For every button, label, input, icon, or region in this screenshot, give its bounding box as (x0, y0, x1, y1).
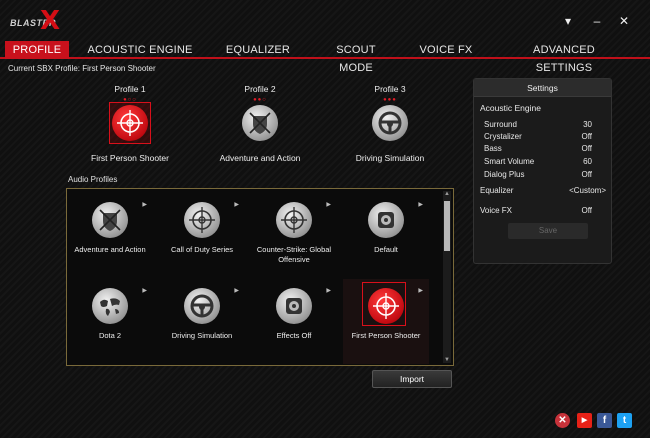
main-tabs: PROFILE ACOUSTIC ENGINE EQUALIZER SCOUT … (0, 39, 650, 74)
close-circle-icon[interactable]: ✕ (555, 413, 570, 428)
audio-profile-name: Dota 2 (98, 331, 122, 340)
app-window: BLASTER X ▾ – ✕ PROFILE ACOUSTIC ENGINE … (0, 0, 650, 438)
import-button[interactable]: Import (372, 370, 452, 388)
profile-slot-1[interactable]: Profile 1 ●○○ First Person Shooter (65, 84, 195, 163)
profile-slot-name: First Person Shooter (91, 153, 169, 163)
audio-profile-name: Call of Duty Series (170, 245, 234, 254)
tab-profile[interactable]: PROFILE (5, 41, 69, 59)
setting-value-crystalizer: Off (581, 132, 592, 141)
profile-slot-2[interactable]: Profile 2 ●●○ Adventure and Action (195, 84, 325, 163)
equalizer-value: <Custom> (569, 186, 606, 195)
logo-x-mark: X (40, 6, 61, 36)
voice-fx-label: Voice FX (480, 206, 513, 215)
setting-value-surround: 30 (583, 120, 592, 129)
audio-profile-first-person-shooter[interactable]: ▶ First Person Shooter (343, 279, 429, 364)
expand-arrow-icon[interactable]: ▶ (326, 287, 331, 294)
expand-arrow-icon[interactable]: ▶ (418, 201, 423, 208)
audio-profile-name: Driving Simulation (171, 331, 233, 340)
setting-value-smart-volume: 60 (583, 157, 592, 166)
audio-profiles-scrollbar[interactable]: ▲ ▼ (443, 191, 451, 363)
expand-arrow-icon[interactable]: ▶ (326, 201, 331, 208)
facebook-icon[interactable]: f (597, 413, 612, 428)
setting-label-dialog-plus: Dialog Plus (484, 170, 525, 179)
twitter-icon[interactable]: t (617, 413, 632, 428)
crosshair-icon (109, 102, 151, 144)
social-links: ✕ ▶ f t (545, 410, 641, 434)
minimize-button[interactable]: – (587, 12, 607, 30)
tab-scout-mode[interactable]: SCOUT MODE (318, 41, 394, 74)
setting-label-smart-volume: Smart Volume (484, 157, 535, 166)
crosshair-icon (276, 202, 312, 238)
setting-label-bass: Bass (484, 144, 502, 153)
setting-label-surround: Surround (484, 120, 517, 129)
world-map-icon (92, 288, 128, 324)
profile-slot-title: Profile 2 (244, 84, 276, 94)
shield-swords-icon (92, 202, 128, 238)
audio-profile-call-of-duty[interactable]: ▶ Call of Duty Series (159, 193, 245, 278)
audio-profile-dota-2[interactable]: ▶ Dota 2 (67, 279, 153, 364)
scroll-down-icon[interactable]: ▼ (443, 357, 451, 363)
profile-slot-title: Profile 1 (114, 84, 146, 94)
profile-slot-title: Profile 3 (374, 84, 406, 94)
steering-wheel-icon (184, 288, 220, 324)
crosshair-icon (368, 288, 404, 324)
steering-wheel-icon (369, 102, 411, 144)
blaster-x-logo: BLASTER X (6, 6, 66, 36)
save-button[interactable]: Save (508, 223, 588, 239)
expand-arrow-icon[interactable]: ▶ (142, 201, 147, 208)
acoustic-engine-heading: Acoustic Engine (480, 103, 541, 113)
audio-profile-adventure-and-action[interactable]: ▶ Adventure and Action (67, 193, 153, 278)
speaker-icon (368, 202, 404, 238)
tab-advanced-settings[interactable]: ADVANCED SETTINGS (506, 41, 622, 74)
audio-profile-default[interactable]: ▶ Default (343, 193, 429, 278)
setting-value-bass: Off (581, 144, 592, 153)
tab-equalizer[interactable]: EQUALIZER (222, 41, 294, 59)
audio-profile-name: Effects Off (276, 331, 312, 340)
voice-fx-value: Off (581, 206, 592, 215)
settings-title: Settings (474, 79, 611, 97)
youtube-icon[interactable]: ▶ (577, 413, 592, 428)
audio-profile-name: Default (374, 245, 398, 254)
expand-arrow-icon[interactable]: ▶ (234, 201, 239, 208)
tab-acoustic-engine[interactable]: ACOUSTIC ENGINE (86, 41, 194, 59)
audio-profile-name: Adventure and Action (74, 245, 146, 254)
settings-panel: Settings Acoustic Engine Surround 30 Cry… (473, 78, 612, 264)
profile-slot-3[interactable]: Profile 3 ●●● Driving Simulation (325, 84, 455, 163)
scrollbar-thumb[interactable] (444, 201, 450, 251)
tab-voice-fx[interactable]: VOICE FX (418, 41, 474, 59)
expand-arrow-icon[interactable]: ▶ (418, 287, 423, 294)
speaker-icon (276, 288, 312, 324)
setting-label-crystalizer: Crystalizer (484, 132, 522, 141)
profile-slot-name: Driving Simulation (355, 153, 425, 163)
crosshair-icon (184, 202, 220, 238)
audio-profile-effects-off[interactable]: ▶ Effects Off (251, 279, 337, 364)
audio-profiles-heading: Audio Profiles (68, 175, 118, 184)
audio-profile-name: First Person Shooter (351, 331, 421, 340)
audio-profile-counter-strike[interactable]: ▶ Counter-Strike: Global Offensive (251, 193, 337, 278)
audio-profile-name: Counter-Strike: Global Offensive (256, 245, 332, 264)
expand-arrow-icon[interactable]: ▶ (234, 287, 239, 294)
expand-arrow-icon[interactable]: ▶ (142, 287, 147, 294)
close-button[interactable]: ✕ (614, 12, 634, 30)
shield-swords-icon (239, 102, 281, 144)
equalizer-label: Equalizer (480, 186, 514, 195)
audio-profiles-list[interactable]: ▶ Adventure and Action ▶ Call of Duty Se… (66, 188, 454, 366)
current-profile-label: Current SBX Profile: First Person Shoote… (8, 64, 156, 73)
scroll-up-icon[interactable]: ▲ (443, 191, 451, 197)
audio-profile-driving-simulation[interactable]: ▶ Driving Simulation (159, 279, 245, 364)
setting-value-dialog-plus: Off (581, 170, 592, 179)
profile-slot-name: Adventure and Action (219, 153, 301, 163)
title-bar: BLASTER X ▾ – ✕ (0, 0, 650, 40)
dropdown-menu-button[interactable]: ▾ (558, 12, 578, 30)
